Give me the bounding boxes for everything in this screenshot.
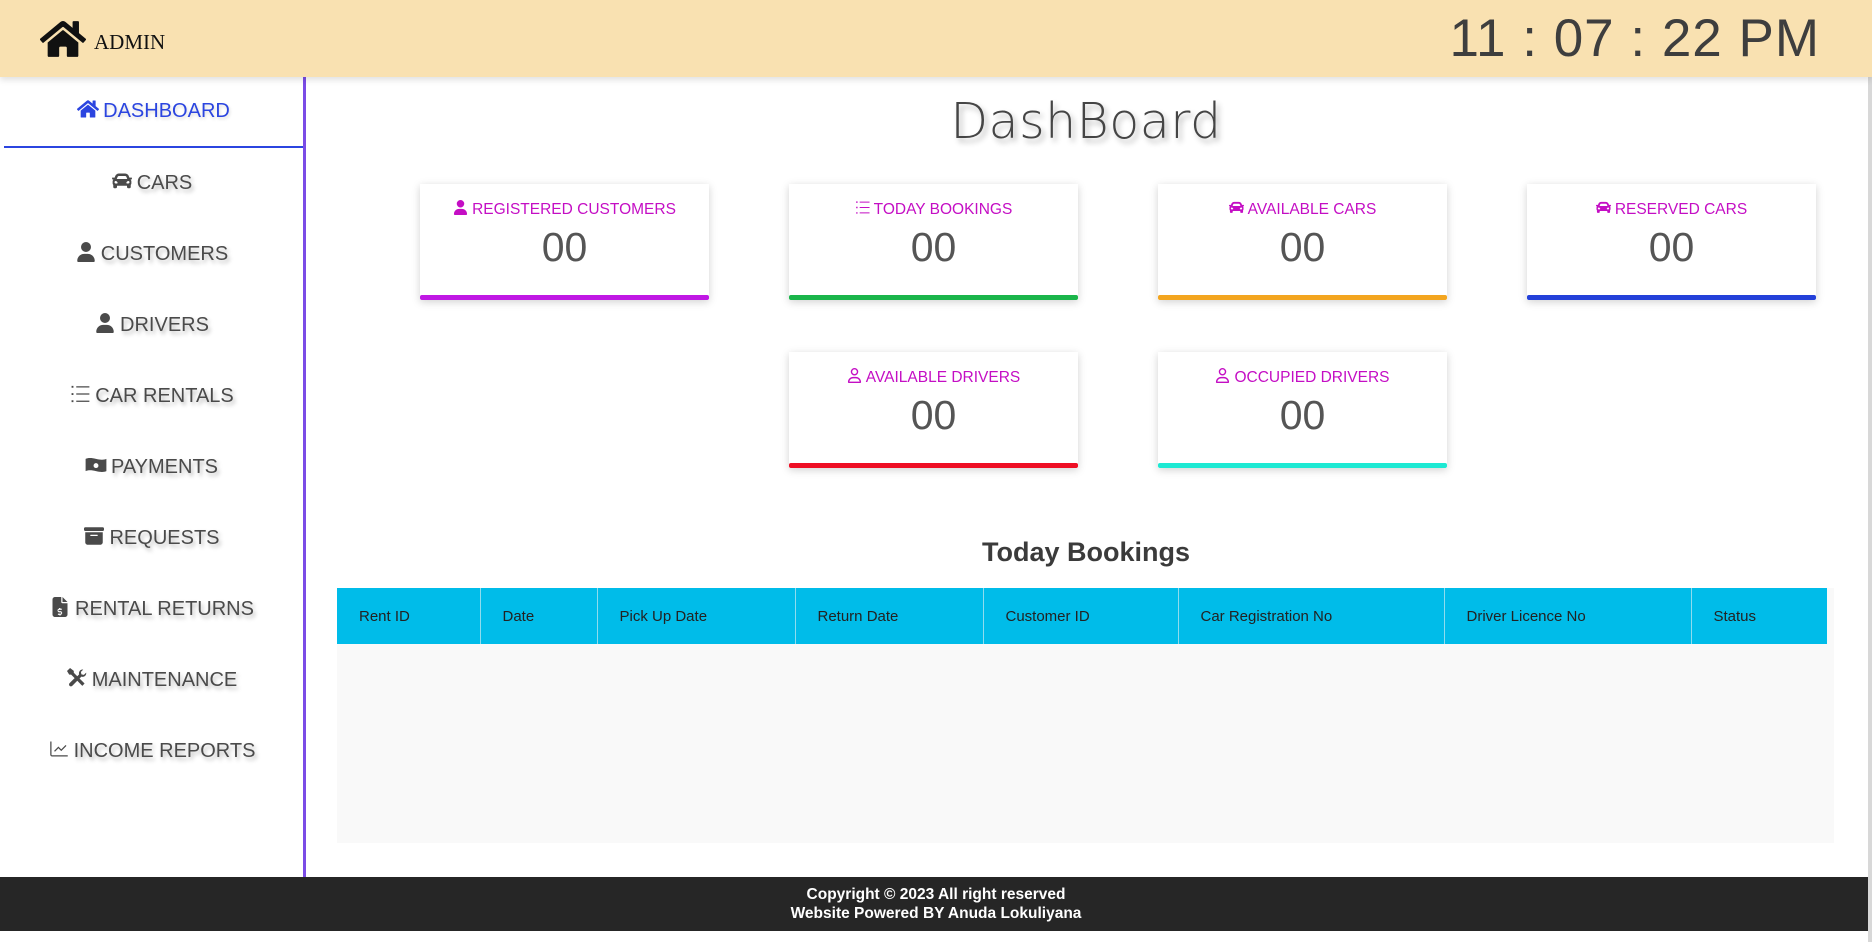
stat-card-today-bookings[interactable]: TODAY BOOKINGS 00 (789, 184, 1078, 300)
stat-card-label: AVAILABLE DRIVERS (865, 369, 1021, 386)
tools-icon (66, 667, 92, 694)
brand-label: ADMIN (94, 30, 166, 54)
sidebar-item-label: REQUESTS (109, 527, 220, 549)
archive-icon (83, 526, 109, 552)
sidebar: DASHBOARD CARS CUSTOMERS DRIVERS CAR REN… (0, 77, 306, 877)
page-scrollbar[interactable] (1868, 0, 1872, 942)
footer: Copyright © 2023 All right reserved Webs… (0, 877, 1872, 931)
sidebar-item-label: DASHBOARD (103, 100, 230, 122)
car-icon (1228, 200, 1248, 220)
stat-card-available-cars[interactable]: AVAILABLE CARS 00 (1158, 184, 1447, 300)
list-icon (855, 200, 874, 220)
chart-line-icon (48, 739, 74, 765)
clock: 11 : 07 : 22 PM (1449, 9, 1820, 68)
sidebar-item-label: INCOME REPORTS (73, 740, 256, 762)
bookings-table-container: Rent ID Date Pick Up Date Return Date Cu… (337, 588, 1834, 843)
stat-card-accent-bar (1527, 295, 1816, 300)
invoice-icon (49, 596, 75, 623)
sidebar-item-label: DRIVERS (120, 314, 209, 336)
column-header-date[interactable]: Date (480, 588, 598, 644)
sidebar-item-maintenance[interactable]: MAINTENANCE (0, 645, 303, 716)
stat-card-label: RESERVED CARS (1614, 201, 1748, 218)
user-icon (75, 241, 101, 268)
stat-card-label: REGISTERED CUSTOMERS (472, 201, 676, 218)
stat-card-reserved-cars[interactable]: RESERVED CARS 00 (1527, 184, 1816, 300)
column-header-rent-id[interactable]: Rent ID (337, 588, 481, 644)
sidebar-item-car-rentals[interactable]: CAR RENTALS (0, 361, 303, 432)
sidebar-item-requests[interactable]: REQUESTS (0, 503, 303, 574)
sidebar-item-drivers[interactable]: DRIVERS (0, 290, 303, 361)
stat-card-value: 00 (541, 224, 588, 270)
stat-card-accent-bar (789, 295, 1078, 300)
car-icon (111, 171, 137, 197)
stat-card-label: AVAILABLE CARS (1247, 201, 1377, 218)
column-header-driver-licence-no[interactable]: Driver Licence No (1444, 588, 1692, 644)
bookings-section-title: Today Bookings (981, 537, 1190, 567)
sidebar-item-label: PAYMENTS (110, 456, 219, 478)
column-header-status[interactable]: Status (1691, 588, 1827, 644)
sidebar-item-rental-returns[interactable]: RENTAL RETURNS (0, 574, 303, 645)
stat-card-label: TODAY BOOKINGS (873, 201, 1013, 218)
stat-card-value: 00 (910, 224, 957, 270)
money-icon (85, 455, 111, 481)
stat-card-registered-customers[interactable]: REGISTERED CUSTOMERS 00 (420, 184, 709, 300)
home-icon (39, 18, 87, 65)
sidebar-item-label: RENTAL RETURNS (75, 598, 254, 620)
user-icon (94, 312, 120, 339)
user-outline-icon (1215, 368, 1234, 388)
stat-card-accent-bar (789, 463, 1078, 468)
list-icon (69, 384, 95, 410)
sidebar-item-income-reports[interactable]: INCOME REPORTS (0, 716, 303, 787)
sidebar-item-label: MAINTENANCE (91, 669, 238, 691)
stat-card-value: 00 (1279, 392, 1326, 438)
sidebar-item-label: CUSTOMERS (100, 243, 229, 265)
column-header-car-registration-no[interactable]: Car Registration No (1178, 588, 1445, 644)
bookings-table: Rent ID Date Pick Up Date Return Date Cu… (337, 588, 1827, 644)
stat-card-value: 00 (910, 392, 957, 438)
stat-card-value: 00 (1648, 224, 1695, 270)
stat-card-accent-bar (1158, 463, 1447, 468)
footer-copyright: Copyright © 2023 All right reserved (806, 886, 1066, 903)
column-header-pick-up-date[interactable]: Pick Up Date (597, 588, 796, 644)
column-header-customer-id[interactable]: Customer ID (983, 588, 1179, 644)
stat-card-accent-bar (1158, 295, 1447, 300)
stat-card-available-drivers[interactable]: AVAILABLE DRIVERS 00 (789, 352, 1078, 468)
home-icon (77, 99, 103, 125)
main-content: DashBoard REGISTERED CUSTOMERS 00 TODAY … (306, 77, 1872, 877)
sidebar-item-label: CARS (136, 172, 193, 194)
user-icon (453, 200, 472, 220)
car-icon (1595, 200, 1615, 220)
top-bar: ADMIN 11 : 07 : 22 PM (0, 0, 1872, 77)
stat-card-label: OCCUPIED DRIVERS (1234, 369, 1390, 386)
column-header-return-date[interactable]: Return Date (795, 588, 984, 644)
stat-card-accent-bar (420, 295, 709, 300)
sidebar-item-dashboard[interactable]: DASHBOARD (4, 77, 303, 148)
stat-card-occupied-drivers[interactable]: OCCUPIED DRIVERS 00 (1158, 352, 1447, 468)
footer-credit: Website Powered BY Anuda Lokuliyana (790, 905, 1082, 922)
brand[interactable]: ADMIN (39, 18, 166, 65)
stat-card-value: 00 (1279, 224, 1326, 270)
sidebar-item-cars[interactable]: CARS (0, 148, 303, 219)
table-header-row: Rent ID Date Pick Up Date Return Date Cu… (337, 588, 1827, 644)
sidebar-item-customers[interactable]: CUSTOMERS (0, 219, 303, 290)
user-outline-icon (847, 368, 866, 388)
sidebar-item-label: CAR RENTALS (95, 385, 234, 407)
page-title: DashBoard (950, 93, 1222, 150)
sidebar-item-payments[interactable]: PAYMENTS (0, 432, 303, 503)
